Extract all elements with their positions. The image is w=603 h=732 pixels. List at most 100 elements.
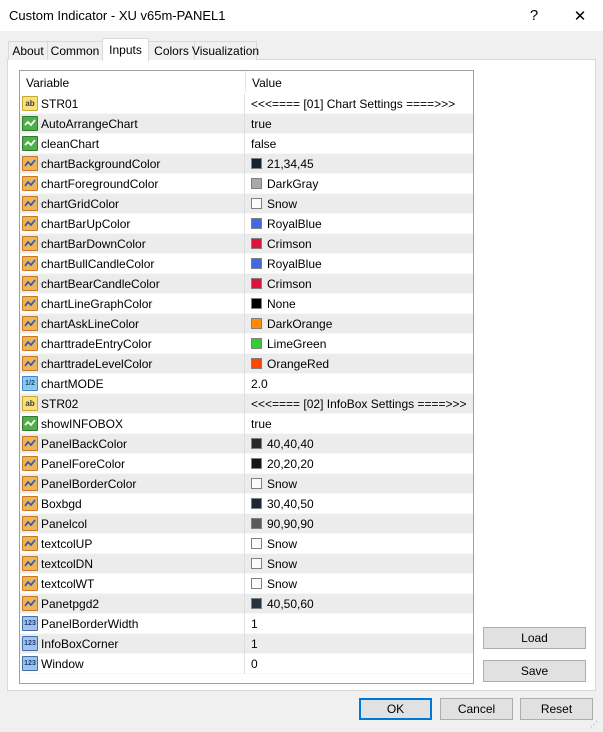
color-swatch[interactable] — [251, 518, 262, 529]
color-swatch[interactable] — [251, 198, 262, 209]
input-row[interactable]: Panetpgd2 40,50,60 — [20, 594, 473, 614]
variable-value[interactable]: 1 — [251, 637, 258, 651]
tab-visualization[interactable]: Visualization — [192, 41, 259, 60]
variable-value[interactable]: 90,90,90 — [267, 517, 314, 531]
input-row[interactable]: chartBarUpColor RoyalBlue — [20, 214, 473, 234]
variable-value[interactable]: true — [251, 417, 272, 431]
input-row[interactable]: ab STR01 <<<==== [01] Chart Settings ====>… — [20, 94, 473, 114]
color-swatch[interactable] — [251, 178, 262, 189]
variable-value[interactable]: Crimson — [267, 277, 312, 291]
input-row[interactable]: AutoArrangeChart true — [20, 114, 473, 134]
input-row[interactable]: PanelForeColor 20,20,20 — [20, 454, 473, 474]
color-swatch[interactable] — [251, 438, 262, 449]
input-row[interactable]: chartForegroundColor DarkGray — [20, 174, 473, 194]
color-swatch[interactable] — [251, 338, 262, 349]
input-row[interactable]: 123 PanelBorderWidth 1 — [20, 614, 473, 634]
color-swatch[interactable] — [251, 158, 262, 169]
variable-value[interactable]: 21,34,45 — [267, 157, 314, 171]
input-row[interactable]: chartBackgroundColor 21,34,45 — [20, 154, 473, 174]
color-swatch[interactable] — [251, 358, 262, 369]
color-swatch[interactable] — [251, 458, 262, 469]
close-button[interactable]: ✕ — [557, 0, 603, 31]
color-swatch[interactable] — [251, 478, 262, 489]
tab-colors[interactable]: Colors — [148, 41, 195, 60]
variable-value[interactable]: DarkGray — [267, 177, 318, 191]
input-row[interactable]: showINFOBOX true — [20, 414, 473, 434]
variable-name: chartBearCandleColor — [41, 277, 160, 291]
input-row[interactable]: charttradeLevelColor OrangeRed — [20, 354, 473, 374]
color-swatch[interactable] — [251, 218, 262, 229]
input-row[interactable]: ab STR02 <<<==== [02] InfoBox Settings ===… — [20, 394, 473, 414]
variable-value[interactable]: 1 — [251, 617, 258, 631]
variable-value[interactable]: <<<==== [01] Chart Settings ====>>> — [251, 97, 455, 111]
variable-value[interactable]: Snow — [267, 197, 297, 211]
variable-value[interactable]: Snow — [267, 537, 297, 551]
variable-value[interactable]: LimeGreen — [267, 337, 326, 351]
save-button[interactable]: Save — [483, 660, 586, 682]
color-swatch[interactable] — [251, 258, 262, 269]
input-row[interactable]: chartBearCandleColor Crimson — [20, 274, 473, 294]
variable-value[interactable]: 30,40,50 — [267, 497, 314, 511]
color-swatch[interactable] — [251, 578, 262, 589]
input-row[interactable]: textcolUP Snow — [20, 534, 473, 554]
color-swatch[interactable] — [251, 538, 262, 549]
input-row[interactable]: textcolWT Snow — [20, 574, 473, 594]
variable-value[interactable]: OrangeRed — [267, 357, 329, 371]
column-header-variable[interactable]: Variable — [26, 76, 69, 90]
variable-value[interactable]: 40,50,60 — [267, 597, 314, 611]
input-row[interactable]: charttradeEntryColor LimeGreen — [20, 334, 473, 354]
variable-value[interactable]: false — [251, 137, 276, 151]
variable-value[interactable]: Crimson — [267, 237, 312, 251]
variable-value[interactable]: Snow — [267, 477, 297, 491]
input-row[interactable]: Panelcol 90,90,90 — [20, 514, 473, 534]
tab-about[interactable]: About — [8, 41, 48, 60]
bool-type-icon — [22, 416, 38, 431]
input-row[interactable]: 123 Window 0 — [20, 654, 473, 674]
double-type-icon: 1/2 — [22, 376, 38, 391]
input-row[interactable]: chartBarDownColor Crimson — [20, 234, 473, 254]
variable-value[interactable]: Snow — [267, 577, 297, 591]
input-row[interactable]: chartBullCandleColor RoyalBlue — [20, 254, 473, 274]
variable-name: AutoArrangeChart — [41, 117, 138, 131]
ok-button[interactable]: OK — [359, 698, 432, 720]
variable-value[interactable]: RoyalBlue — [267, 217, 322, 231]
variable-value[interactable]: <<<==== [02] InfoBox Settings ====>>> — [251, 397, 467, 411]
tab-inputs[interactable]: Inputs — [102, 38, 149, 61]
color-swatch[interactable] — [251, 598, 262, 609]
string-type-icon: ab — [22, 96, 38, 111]
input-row[interactable]: chartGridColor Snow — [20, 194, 473, 214]
color-swatch[interactable] — [251, 318, 262, 329]
input-row[interactable]: chartAskLineColor DarkOrange — [20, 314, 473, 334]
input-row[interactable]: 1/2 chartMODE 2.0 — [20, 374, 473, 394]
variable-value[interactable]: true — [251, 117, 272, 131]
load-button[interactable]: Load — [483, 627, 586, 649]
cancel-button[interactable]: Cancel — [440, 698, 513, 720]
color-swatch[interactable] — [251, 238, 262, 249]
resize-grip-icon[interactable]: ⋰ — [590, 720, 600, 730]
variable-value[interactable]: None — [267, 297, 296, 311]
help-button[interactable]: ? — [511, 0, 557, 31]
variable-value[interactable]: Snow — [267, 557, 297, 571]
color-swatch[interactable] — [251, 278, 262, 289]
input-row[interactable]: PanelBorderColor Snow — [20, 474, 473, 494]
variable-value[interactable]: DarkOrange — [267, 317, 332, 331]
color-swatch[interactable] — [251, 298, 262, 309]
variable-value[interactable]: RoyalBlue — [267, 257, 322, 271]
variable-value[interactable]: 2.0 — [251, 377, 268, 391]
input-row[interactable]: PanelBackColor 40,40,40 — [20, 434, 473, 454]
variable-value[interactable]: 40,40,40 — [267, 437, 314, 451]
color-swatch[interactable] — [251, 498, 262, 509]
input-row[interactable]: Boxbgd 30,40,50 — [20, 494, 473, 514]
input-row[interactable]: 123 InfoBoxCorner 1 — [20, 634, 473, 654]
input-row[interactable]: textcolDN Snow — [20, 554, 473, 574]
input-row[interactable]: cleanChart false — [20, 134, 473, 154]
tab-common[interactable]: Common — [47, 41, 103, 60]
color-swatch[interactable] — [251, 558, 262, 569]
variable-value[interactable]: 0 — [251, 657, 258, 671]
input-row[interactable]: chartLineGraphColor None — [20, 294, 473, 314]
reset-button[interactable]: Reset — [520, 698, 593, 720]
variable-value[interactable]: 20,20,20 — [267, 457, 314, 471]
column-header-value[interactable]: Value — [252, 76, 282, 90]
column-separator[interactable] — [245, 71, 246, 93]
variable-name: showINFOBOX — [41, 417, 124, 431]
